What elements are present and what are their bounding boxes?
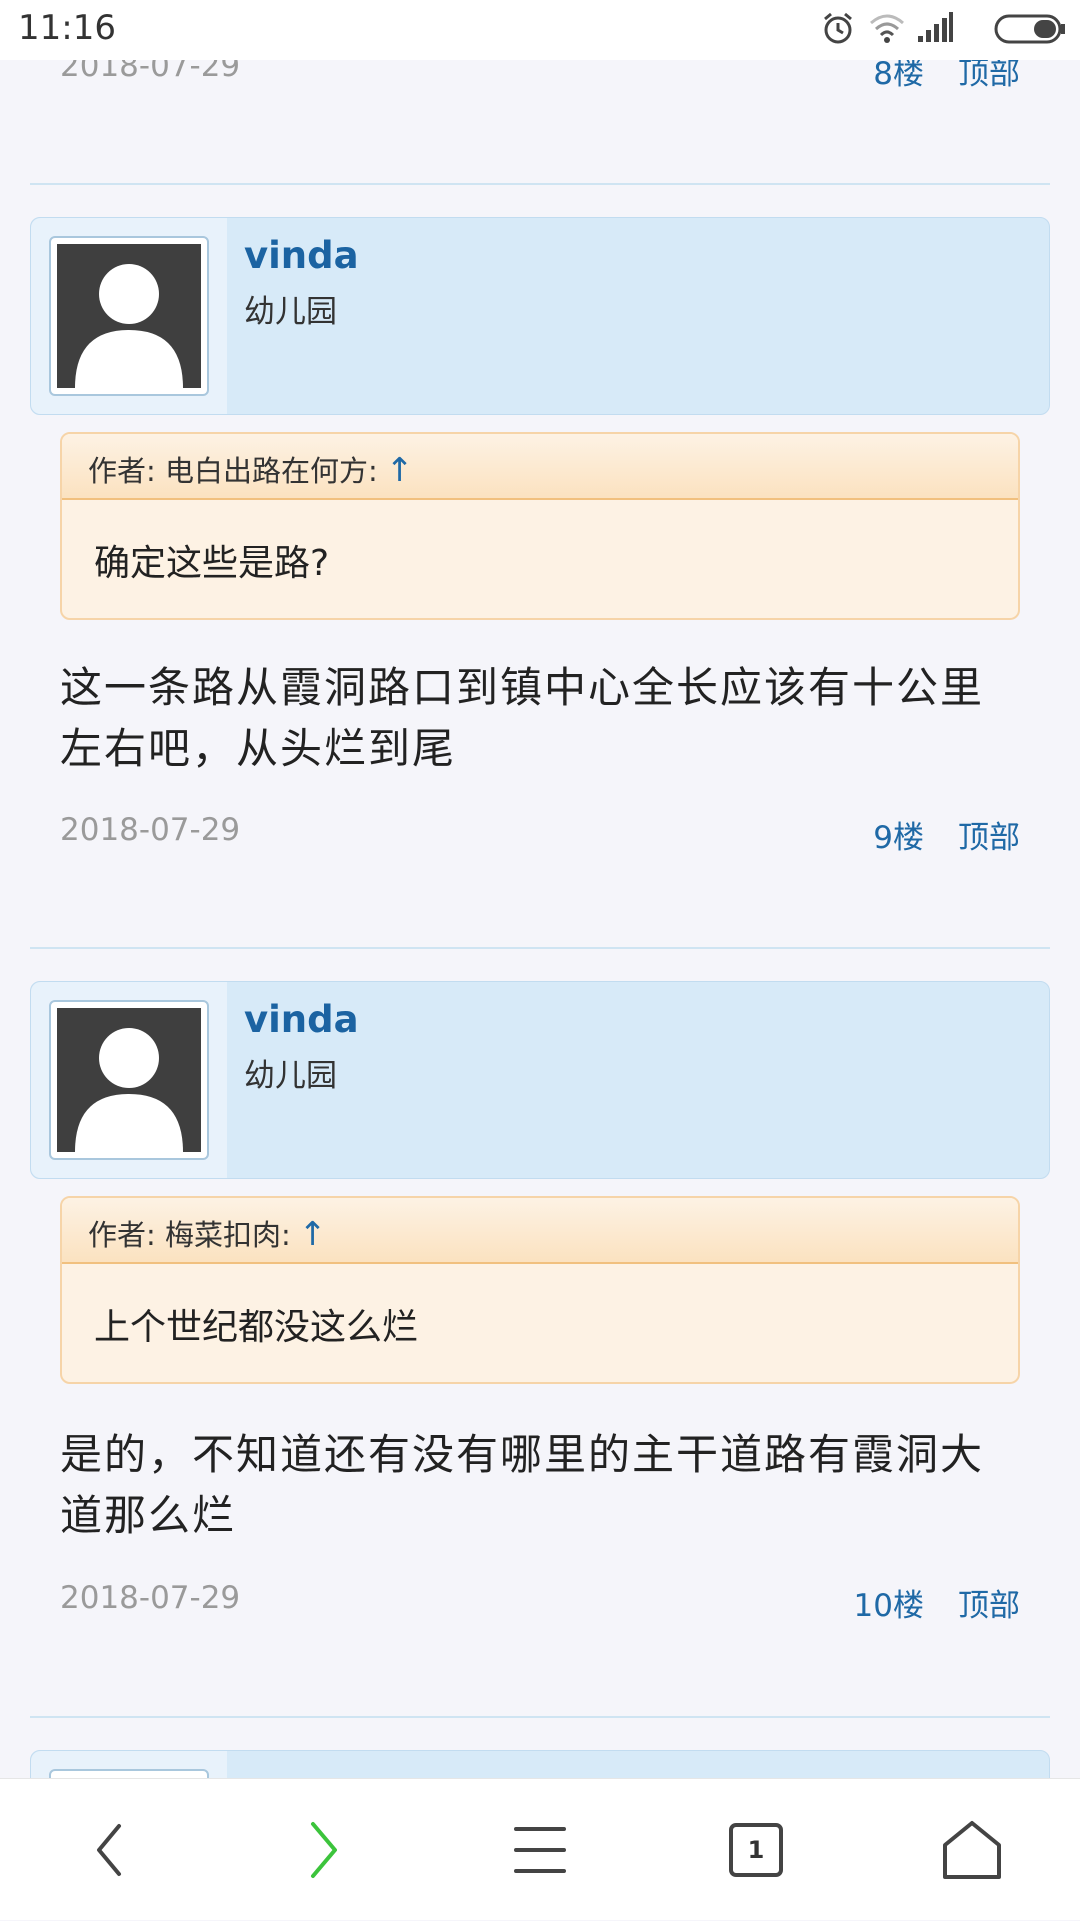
home-icon xyxy=(943,1821,1001,1879)
thread-content: 2018-07-29 8楼 顶部 vinda 幼儿园 作者: 电白出路在何方: ↑ xyxy=(0,60,1080,1778)
quote-jump-arrow-icon[interactable]: ↑ xyxy=(299,1214,327,1253)
post-footer: 2018-07-29 9楼 顶部 xyxy=(60,812,1020,856)
avatar[interactable] xyxy=(49,1769,209,1778)
floor-label[interactable]: 8楼 xyxy=(873,60,924,93)
quote-jump-arrow-icon[interactable]: ↑ xyxy=(386,450,414,489)
back-to-top-link[interactable]: 顶部 xyxy=(958,60,1020,93)
status-time: 11:16 xyxy=(18,8,116,48)
post-footer: 2018-07-29 8楼 顶部 xyxy=(60,60,1020,92)
post-body: 这一条路从霞洞路口到镇中心全长应该有十公里 左右吧，从头烂到尾 xyxy=(60,657,1020,779)
avatar[interactable] xyxy=(49,1000,209,1160)
user-card[interactable] xyxy=(30,1750,1050,1778)
quote-header: 作者: 电白出路在何方: ↑ xyxy=(62,434,1018,500)
battery-icon xyxy=(994,14,1065,44)
username[interactable]: vinda xyxy=(244,998,359,1041)
default-avatar-icon xyxy=(57,244,201,388)
post-footer: 2018-07-29 10楼 顶部 xyxy=(60,1580,1020,1624)
post-text-line: 是的，不知道还有没有哪里的主干道路有霞洞大 xyxy=(60,1430,985,1479)
back-arrow-icon xyxy=(97,1824,121,1876)
avatar-frame xyxy=(31,1751,227,1778)
quote-author: 作者: 电白出路在何方: xyxy=(88,454,378,488)
back-button[interactable] xyxy=(0,1779,216,1921)
quote-text: 确定这些是路? xyxy=(94,543,330,584)
post-date: 2018-07-29 xyxy=(60,1580,241,1616)
post-date: 2018-07-29 xyxy=(60,812,241,848)
floor-label[interactable]: 9楼 xyxy=(873,812,924,857)
post-divider xyxy=(30,183,1050,185)
alarm-icon xyxy=(824,12,852,44)
forward-arrow-icon xyxy=(311,1822,337,1878)
user-card[interactable]: vinda 幼儿园 xyxy=(30,981,1050,1179)
user-card[interactable]: vinda 幼儿园 xyxy=(30,217,1050,415)
quote-text: 上个世纪都没这么烂 xyxy=(94,1307,419,1348)
forward-button[interactable] xyxy=(216,1779,432,1921)
quote-header: 作者: 梅菜扣肉: ↑ xyxy=(62,1198,1018,1264)
home-button[interactable] xyxy=(864,1779,1080,1921)
default-avatar-icon xyxy=(57,1008,201,1152)
user-level: 幼儿园 xyxy=(244,294,337,330)
menu-button[interactable] xyxy=(432,1779,648,1921)
quote-block: 作者: 梅菜扣肉: ↑ 上个世纪都没这么烂 xyxy=(60,1196,1020,1384)
avatar-frame xyxy=(31,218,227,414)
post-divider xyxy=(30,1716,1050,1718)
browser-bottom-nav: 1 xyxy=(0,1778,1080,1920)
quote-block: 作者: 电白出路在何方: ↑ 确定这些是路? xyxy=(60,432,1020,620)
floor-label[interactable]: 10楼 xyxy=(854,1580,924,1625)
post-body: 是的，不知道还有没有哪里的主干道路有霞洞大 道那么烂 xyxy=(60,1424,1020,1546)
post-date: 2018-07-29 xyxy=(60,60,241,84)
signal-icon xyxy=(918,12,953,42)
post-text-line: 左右吧，从头烂到尾 xyxy=(60,724,457,773)
tab-count: 1 xyxy=(747,1836,765,1864)
menu-icon xyxy=(514,1827,566,1873)
user-level: 幼儿园 xyxy=(244,1058,337,1094)
avatar[interactable] xyxy=(49,236,209,396)
wifi-icon xyxy=(870,14,904,43)
post-text-line: 道那么烂 xyxy=(60,1491,237,1540)
avatar-frame xyxy=(31,982,227,1178)
tabs-button[interactable]: 1 xyxy=(648,1779,864,1921)
back-to-top-link[interactable]: 顶部 xyxy=(958,812,1020,857)
back-to-top-link[interactable]: 顶部 xyxy=(958,1580,1020,1625)
status-bar: 11:16 xyxy=(0,0,1080,60)
post-text-line: 这一条路从霞洞路口到镇中心全长应该有十公里 xyxy=(60,663,985,712)
username[interactable]: vinda xyxy=(244,234,359,277)
post-divider xyxy=(30,947,1050,949)
quote-author: 作者: 梅菜扣肉: xyxy=(88,1218,291,1252)
